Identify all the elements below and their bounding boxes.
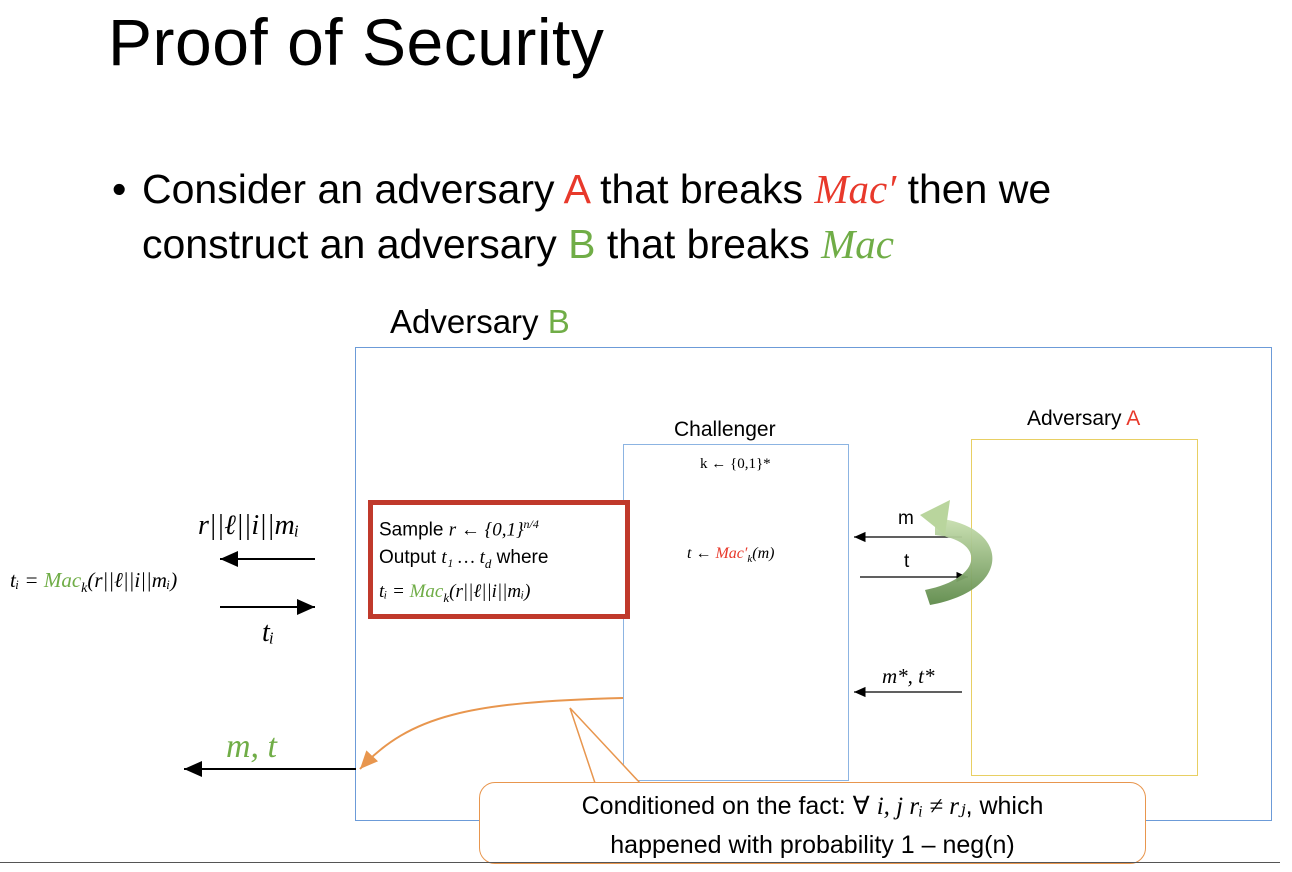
footer-divider bbox=[0, 862, 1280, 863]
callout-line-2: happened with probability 1 – neg(n) bbox=[610, 831, 1015, 859]
callout-line-1: Conditioned on the fact: ∀ i, j rᵢ ≠ rⱼ,… bbox=[581, 792, 1044, 820]
callout-pointer bbox=[569, 707, 642, 784]
rewind-arrow-icon bbox=[925, 518, 993, 605]
diagram-arrows bbox=[184, 500, 993, 785]
condition-callout: Conditioned on the fact: ∀ i, j rᵢ ≠ rⱼ,… bbox=[479, 782, 1146, 864]
